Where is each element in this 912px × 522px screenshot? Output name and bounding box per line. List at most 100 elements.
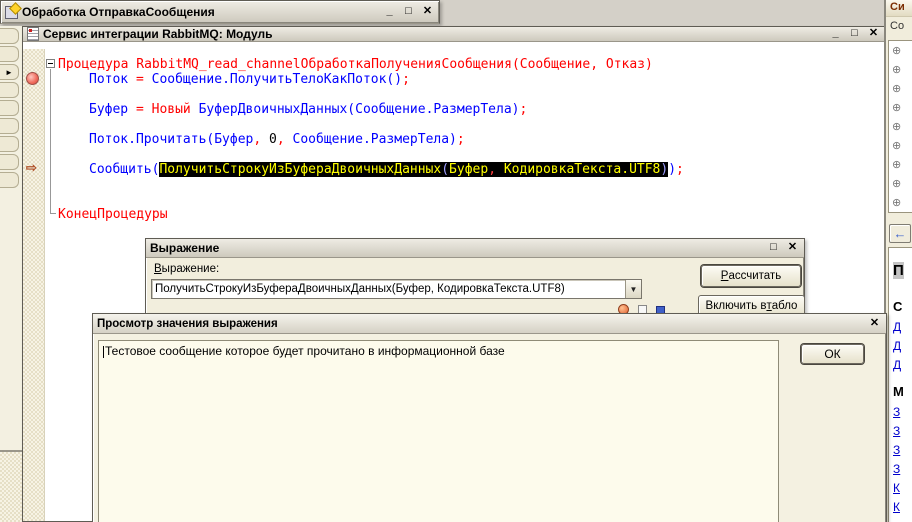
tree-item[interactable]: ⊕ (889, 155, 912, 174)
doc-link[interactable]: К (893, 481, 912, 495)
tree-expand-plus-icon[interactable]: ⊕ (892, 177, 901, 190)
side-tab-8[interactable] (0, 154, 19, 170)
tree-item[interactable]: ⊕ (889, 79, 912, 98)
side-tab-5[interactable] (0, 100, 19, 116)
value-text-field[interactable]: Тестовое сообщение которое будет прочита… (98, 340, 779, 522)
fold-line-corner (50, 213, 56, 214)
form-icon (5, 5, 18, 19)
tree-expand-plus-icon[interactable]: ⊕ (892, 82, 901, 95)
close-button[interactable]: ✕ (785, 241, 800, 255)
left-tab-strip: ► (0, 26, 22, 450)
main-window-titlebar[interactable]: Обработка ОтправкаСообщения _ □ ✕ (0, 0, 440, 24)
back-arrow-icon[interactable]: ← (889, 224, 911, 243)
doc-link[interactable]: К (893, 500, 912, 514)
maximize-button[interactable]: □ (847, 27, 862, 41)
code-token: БуферДвоичныхДанных(Сообщение.РазмерТела… (198, 102, 520, 117)
doc-heading: М (893, 384, 904, 399)
code-line: Поток.Прочитать(Буфер, 0, Сообщение.Разм… (45, 132, 885, 147)
breakpoint-icon[interactable] (26, 72, 39, 85)
syntax-helper-tree[interactable]: ⊕ ⊕ ⊕ ⊕ ⊕ ⊕ ⊕ ⊕ ⊕ (888, 40, 912, 213)
expression-dialog-titlebar[interactable]: Выражение □ ✕ (146, 239, 804, 258)
main-window-title: Обработка ОтправкаСообщения (22, 5, 215, 19)
doc-link[interactable]: З (893, 424, 912, 438)
doc-link[interactable]: Д (893, 358, 912, 372)
doc-link[interactable]: З (893, 443, 912, 457)
doc-link[interactable]: З (893, 462, 912, 476)
tree-item[interactable]: ⊕ (889, 193, 912, 212)
tree-expand-plus-icon[interactable]: ⊕ (892, 196, 901, 209)
doc-heading: С (893, 299, 903, 314)
module-window-titlebar[interactable]: Сервис интеграции RabbitMQ: Модуль _ □ ✕ (23, 27, 885, 42)
value-view-dialog: Просмотр значения выражения ✕ Тестовое с… (92, 313, 887, 522)
side-tab-6[interactable] (0, 118, 19, 134)
editor-gutter[interactable]: ⇨ (23, 49, 45, 521)
calculate-button[interactable]: Рассчитать (701, 265, 801, 287)
close-button[interactable]: ✕ (867, 317, 882, 331)
expression-combobox[interactable]: ПолучитьСтрокуИзБуфераДвоичныхДанных(Буф… (151, 279, 642, 299)
maximize-button[interactable]: □ (401, 5, 416, 19)
minimize-button[interactable]: _ (382, 5, 397, 19)
value-view-titlebar[interactable]: Просмотр значения выражения ✕ (93, 314, 886, 334)
code-token: ; (676, 162, 684, 177)
fold-collapse-icon[interactable] (46, 59, 55, 68)
code-line: Поток = Сообщение.ПолучитьТелоКакПоток()… (45, 72, 885, 87)
tree-expand-plus-icon[interactable]: ⊕ (892, 120, 901, 133)
side-tab-4[interactable] (0, 82, 19, 98)
side-tab-3[interactable]: ► (0, 64, 19, 80)
tree-expand-plus-icon[interactable]: ⊕ (892, 101, 901, 114)
minimize-button[interactable]: _ (828, 27, 843, 41)
code-token: КодировкаТекста.UTF8 (496, 162, 661, 177)
code-token: = (135, 72, 152, 87)
expression-dialog-title: Выражение (150, 241, 220, 255)
tree-expand-plus-icon[interactable]: ⊕ (892, 44, 901, 57)
tree-item[interactable]: ⊕ (889, 60, 912, 79)
close-button[interactable]: ✕ (866, 27, 881, 41)
syntax-helper-toolbar-label: Со (890, 20, 905, 32)
code-token: Процедура RabbitMQ_read_channelОбработка… (58, 57, 653, 72)
close-button[interactable]: ✕ (420, 5, 435, 19)
value-view-title: Просмотр значения выражения (97, 317, 278, 330)
doc-link[interactable]: Д (893, 320, 912, 334)
module-icon (27, 27, 39, 41)
code-token: Новый (151, 102, 199, 117)
code-line: КонецПроцедуры (45, 207, 885, 222)
code-token: ПолучитьСтрокуИзБуфераДвоичныхДанных (159, 162, 442, 177)
side-tab-9[interactable] (0, 172, 19, 188)
code-token: ; (402, 72, 410, 87)
value-text: Тестовое сообщение которое будет прочита… (105, 344, 505, 358)
tree-item[interactable]: ⊕ (889, 117, 912, 136)
tree-expand-plus-icon[interactable]: ⊕ (892, 63, 901, 76)
tree-expand-plus-icon[interactable]: ⊕ (892, 158, 901, 171)
code-token: , (488, 162, 497, 177)
doc-heading-text: П (893, 262, 904, 279)
code-token: ; (519, 102, 528, 117)
code-line: Процедура RabbitMQ_read_channelОбработка… (45, 57, 885, 72)
tree-item[interactable]: ⊕ (889, 98, 912, 117)
tree-item[interactable]: ⊕ (889, 41, 912, 60)
current-line-arrow-icon[interactable]: ⇨ (26, 161, 37, 175)
tree-expand-plus-icon[interactable]: ⊕ (892, 139, 901, 152)
expression-value[interactable]: ПолучитьСтрокуИзБуфераДвоичныхДанных(Буф… (152, 283, 625, 295)
code-token: ( (441, 162, 450, 177)
code-token: Сообщение.ПолучитьТелоКакПоток() (151, 72, 403, 87)
ok-button[interactable]: ОК (801, 344, 864, 364)
module-window-title: Сервис интеграции RabbitMQ: Модуль (43, 27, 273, 41)
side-tab-7[interactable] (0, 136, 19, 152)
maximize-button[interactable]: □ (766, 241, 781, 255)
tree-item[interactable]: ⊕ (889, 136, 912, 155)
doc-link[interactable]: Д (893, 339, 912, 353)
chevron-down-icon[interactable]: ▼ (625, 280, 641, 298)
text-caret (103, 346, 104, 358)
tree-item[interactable]: ⊕ (889, 174, 912, 193)
syntax-helper-doc[interactable]: ПСДДДМЗЗЗЗКК (888, 247, 912, 522)
side-tab-2[interactable] (0, 46, 19, 62)
code-token: Поток.Прочитать(Буфер (89, 132, 254, 147)
side-tab-1[interactable] (0, 28, 19, 44)
doc-link[interactable]: З (893, 405, 912, 419)
doc-heading: П (893, 262, 912, 279)
code-token: КонецПроцедуры (58, 207, 168, 222)
